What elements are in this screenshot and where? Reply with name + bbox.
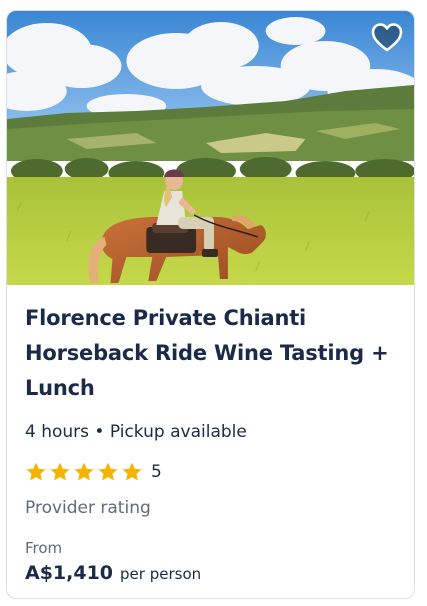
activity-photo[interactable]	[7, 11, 414, 285]
price-from-label: From	[25, 539, 63, 557]
price-unit: per person	[120, 565, 202, 583]
price-amount: A$1,410	[25, 562, 114, 584]
rating-row: 5	[25, 460, 396, 484]
star-icon	[98, 462, 118, 481]
heart-icon[interactable]	[370, 21, 404, 55]
landscape-image	[7, 11, 414, 285]
rating-value: 5	[151, 462, 162, 482]
activity-card[interactable]: Florence Private Chianti Horseback Ride …	[6, 10, 415, 599]
activity-meta: 4 hours • Pickup available	[25, 420, 396, 444]
activity-title[interactable]: Florence Private Chianti Horseback Ride …	[25, 301, 396, 406]
duration-text: 4 hours	[25, 422, 90, 442]
price-row: A$1,410 per person	[25, 562, 396, 584]
provider-rating-label: Provider rating	[25, 498, 151, 518]
card-body: Florence Private Chianti Horseback Ride …	[7, 285, 414, 584]
star-icon	[74, 462, 94, 481]
star-icon	[26, 462, 46, 481]
star-icon	[50, 462, 70, 481]
star-rating	[25, 461, 143, 483]
separator-dot: •	[94, 422, 105, 442]
star-icon	[122, 462, 142, 481]
pickup-text: Pickup available	[109, 422, 247, 442]
